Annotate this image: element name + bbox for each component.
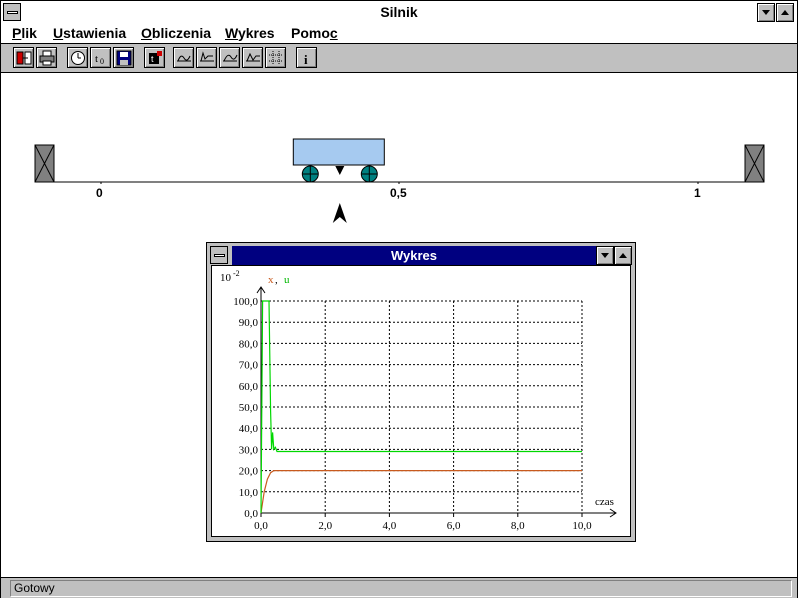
y-tick-label: 80,0 (239, 338, 259, 350)
y-multiplier-power: -2 (233, 269, 240, 278)
status-bar: Gotowy (1, 577, 797, 598)
exit-icon[interactable] (13, 47, 34, 68)
response-icon-3[interactable] (219, 47, 240, 68)
y-tick-label: 10,0 (239, 487, 259, 499)
chart-window-title: Wykres (232, 246, 596, 265)
x-tick-label: 10,0 (572, 520, 592, 532)
save-icon[interactable] (113, 47, 134, 68)
y-tick-label: 90,0 (239, 317, 259, 329)
minimize-button[interactable] (757, 3, 775, 22)
svg-text:0: 0 (100, 57, 104, 66)
y-tick-label: 30,0 (239, 444, 259, 456)
menu-bar: Plik Ustawienia Obliczenia Wykres Pomoc (1, 24, 797, 44)
x-tick-label: 8,0 (511, 520, 525, 532)
chart-system-menu-button[interactable] (210, 246, 228, 264)
y-tick-label: 60,0 (239, 381, 259, 393)
y-tick-label: 70,0 (239, 360, 259, 372)
svg-text:i: i (304, 52, 308, 66)
x-axis-label: czas (595, 496, 614, 508)
chart-maximize-button[interactable] (614, 246, 632, 265)
right-stop (744, 144, 765, 183)
title-bar[interactable]: Silnik (1, 1, 797, 25)
response-icon-4[interactable] (242, 47, 263, 68)
info-icon[interactable]: i (296, 47, 317, 68)
x-tick-label: 0,0 (254, 520, 268, 532)
maximize-button[interactable] (776, 3, 794, 22)
chart-minimize-button[interactable] (596, 246, 614, 265)
x-tick-label: 6,0 (447, 520, 461, 532)
left-stop (34, 144, 55, 183)
setpoint-marker[interactable] (332, 203, 347, 223)
menu-wykres[interactable]: Wykres (225, 25, 275, 41)
menu-obliczenia[interactable]: Obliczenia (141, 25, 211, 41)
y-tick-label: 100,0 (233, 296, 258, 308)
clock-icon[interactable] (67, 47, 88, 68)
x-tick-label: 4,0 (383, 520, 397, 532)
y-multiplier-base: 10 (220, 272, 232, 284)
controller-icon[interactable]: t (144, 47, 165, 68)
x-tick-label: 2,0 (318, 520, 332, 532)
scale-label-1: 1 (694, 186, 701, 200)
print-icon[interactable] (36, 47, 57, 68)
menu-ustawienia[interactable]: Ustawienia (53, 25, 126, 41)
y-tick-label: 40,0 (239, 423, 259, 435)
response-icon-2[interactable] (196, 47, 217, 68)
chart-window[interactable]: Wykres 0,0 10,0 20,0 30,0 40,0 50,0 60,0 70,0 80… (206, 242, 636, 542)
menu-plik[interactable]: Plik (12, 25, 37, 41)
y-tick-label: 20,0 (239, 466, 259, 478)
time-step-icon[interactable]: t0 (90, 47, 111, 68)
chart-area: 0,0 10,0 20,0 30,0 40,0 50,0 60,0 70,0 80,0 90,0 1… (211, 265, 631, 537)
response-icon-1[interactable] (173, 47, 194, 68)
y-tick-label: 50,0 (239, 402, 259, 414)
cart[interactable] (292, 138, 385, 183)
main-window: Silnik Plik Ustawienia Obliczenia Wykres… (0, 0, 798, 598)
legend-u: u (284, 274, 290, 286)
scale-label-0: 0 (96, 186, 103, 200)
scale-label-05: 0,5 (390, 186, 407, 200)
window-title: Silnik (380, 4, 418, 20)
legend-separator: , (275, 274, 278, 286)
legend-x: x (268, 274, 274, 286)
menu-pomoc[interactable]: Pomoc (291, 25, 338, 41)
toolbar: t0 t i (1, 44, 797, 73)
y-tick-label: 0,0 (244, 508, 258, 520)
svg-text:t: t (95, 53, 98, 65)
grid-icon[interactable] (265, 47, 286, 68)
line-chart: 0,0 10,0 20,0 30,0 40,0 50,0 60,0 70,0 80,0 90,0 1… (220, 269, 617, 532)
status-text: Gotowy (10, 580, 792, 597)
